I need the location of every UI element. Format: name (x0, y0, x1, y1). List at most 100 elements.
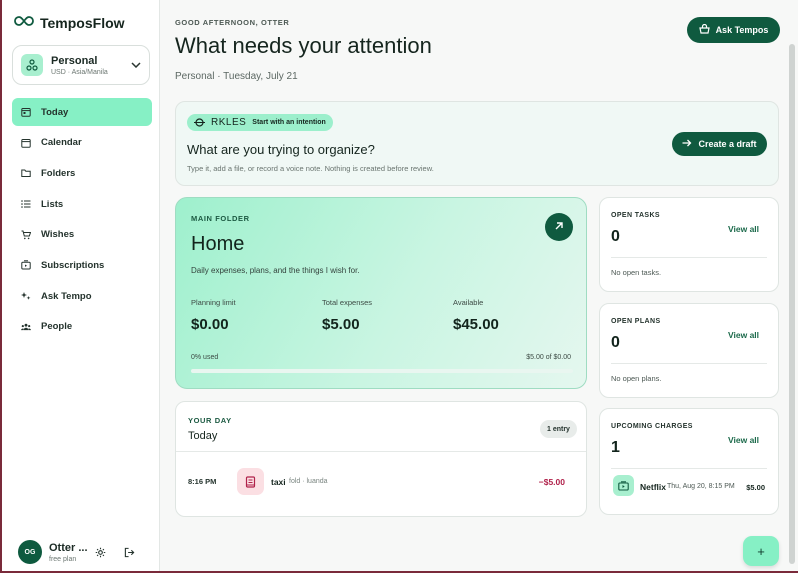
divider (176, 451, 586, 452)
add-button[interactable]: + (743, 536, 779, 566)
your-day-card: YOUR DAY Today 1 entry 8:16 PM taxi fold… (175, 401, 587, 517)
workspace-switcher[interactable]: Personal USD · Asia/Manila (12, 45, 150, 85)
charge-name: Netflix (640, 482, 666, 492)
folder-name: Home (191, 233, 245, 255)
arrow-up-right-icon (554, 218, 564, 236)
open-plans-empty: No open plans. (611, 374, 662, 383)
entry-meta: fold · luanda (289, 478, 328, 485)
sidebar-item-people[interactable]: People (12, 313, 152, 341)
intention-pill-label: Start with an intention (252, 119, 326, 126)
entry-name: taxi (271, 477, 286, 487)
user-profile[interactable]: OG Otter ... free plan (18, 540, 88, 564)
greeting: GOOD AFTERNOON, OTTER (175, 18, 290, 27)
charge-date: Thu, Aug 20, 8:15 PM (667, 483, 735, 490)
upcoming-charges-label: UPCOMING CHARGES (611, 423, 693, 430)
list-icon (21, 199, 31, 209)
people-icon (21, 322, 31, 332)
your-day-title: Today (188, 430, 218, 442)
cart-icon (21, 230, 31, 240)
user-name: Otter ... (49, 541, 88, 554)
avatar: OG (18, 540, 42, 564)
assistant-icon (698, 23, 710, 36)
orkles-logo-text: RKLES (211, 117, 247, 128)
sidebar-item-ask-tempo[interactable]: Ask Tempo (12, 282, 152, 310)
intention-hint: Type it, add a file, or record a voice n… (187, 164, 434, 173)
main-folder-card[interactable]: MAIN FOLDER Home Daily expenses, plans, … (175, 197, 587, 389)
open-plans-label: OPEN PLANS (611, 318, 661, 325)
sidebar: TemposFlow Personal USD · Asia/Manila To… (2, 0, 160, 571)
open-tasks-empty: No open tasks. (611, 268, 662, 277)
orkles-logo-icon (194, 114, 205, 132)
sidebar-item-today[interactable]: Today (12, 98, 152, 126)
ask-tempos-button[interactable]: Ask Tempos (687, 17, 780, 43)
subscription-icon (21, 260, 31, 270)
page-title: What needs your attention (175, 33, 432, 58)
scrollbar[interactable] (789, 44, 795, 564)
infinity-logo-icon (14, 14, 34, 32)
calendar-icon (21, 138, 31, 148)
sidebar-item-label: Today (41, 106, 69, 118)
sparkle-icon (21, 291, 31, 301)
upcoming-charges-count: 1 (611, 439, 620, 456)
your-day-label: YOUR DAY (188, 416, 232, 425)
usage-progress-bar (191, 369, 573, 373)
sidebar-item-subscriptions[interactable]: Subscriptions (12, 251, 152, 279)
gear-icon[interactable] (95, 545, 106, 563)
divider (611, 363, 767, 364)
available-label: Available (453, 298, 484, 307)
page-subtitle: Personal · Tuesday, July 21 (175, 71, 298, 82)
sidebar-item-label: Wishes (41, 229, 75, 241)
entry-count-badge: 1 entry (540, 420, 577, 438)
divider (611, 468, 767, 469)
main-folder-label: MAIN FOLDER (191, 214, 250, 223)
open-plans-card: OPEN PLANS 0 View all No open plans. (599, 303, 779, 398)
used-percent: 0% used (191, 354, 219, 361)
workspace-sub: USD · Asia/Manila (51, 68, 108, 76)
upcoming-charges-card: UPCOMING CHARGES 1 View all Netflix Thu,… (599, 408, 779, 515)
sidebar-item-lists[interactable]: Lists (12, 190, 152, 218)
subscription-icon (613, 475, 634, 496)
user-actions (95, 545, 135, 563)
brand[interactable]: TemposFlow (14, 14, 125, 32)
used-amount: $5.00 of $0.00 (526, 354, 571, 361)
sidebar-item-label: Ask Tempo (41, 290, 92, 302)
chevron-down-icon (131, 60, 141, 71)
calendar-today-icon (21, 107, 31, 117)
open-tasks-view-all-link[interactable]: View all (728, 224, 759, 234)
user-plan: free plan (49, 555, 77, 563)
create-draft-label: Create a draft (698, 139, 757, 149)
available-value: $45.00 (453, 316, 499, 333)
open-folder-button[interactable] (545, 213, 573, 241)
ask-tempos-label: Ask Tempos (715, 25, 769, 35)
sidebar-item-calendar[interactable]: Calendar (12, 129, 152, 157)
divider (611, 257, 767, 258)
sidebar-item-label: People (41, 321, 73, 333)
workspace-icon (21, 54, 43, 76)
sidebar-item-folders[interactable]: Folders (12, 159, 152, 187)
workspace-name: Personal (51, 54, 98, 67)
total-expenses-value: $5.00 (322, 316, 360, 333)
charge-amount: $5.00 (746, 483, 765, 492)
sidebar-item-label: Lists (41, 198, 64, 210)
sidebar-item-label: Subscriptions (41, 259, 105, 271)
receipt-icon (237, 468, 264, 495)
intention-pill: RKLES Start with an intention (187, 114, 333, 131)
open-tasks-card: OPEN TASKS 0 View all No open tasks. (599, 197, 779, 292)
sidebar-item-label: Folders (41, 167, 76, 179)
upcoming-view-all-link[interactable]: View all (728, 435, 759, 445)
folder-description: Daily expenses, plans, and the things I … (191, 266, 360, 275)
app-name: TemposFlow (40, 15, 125, 31)
planning-limit-stat: Planning limit $0.00 (191, 298, 236, 333)
sidebar-item-wishes[interactable]: Wishes (12, 221, 152, 249)
sidebar-nav: Today Calendar Folders Lists Wishes Subs… (12, 98, 152, 344)
open-tasks-label: OPEN TASKS (611, 212, 660, 219)
open-plans-view-all-link[interactable]: View all (728, 330, 759, 340)
total-expenses-stat: Total expenses $5.00 (322, 298, 372, 333)
logout-icon[interactable] (124, 545, 135, 563)
open-tasks-count: 0 (611, 228, 620, 245)
total-expenses-label: Total expenses (322, 298, 373, 307)
create-draft-button[interactable]: Create a draft (672, 132, 767, 156)
folder-icon (21, 168, 31, 178)
open-plans-count: 0 (611, 334, 620, 351)
planning-limit-value: $0.00 (191, 316, 229, 333)
